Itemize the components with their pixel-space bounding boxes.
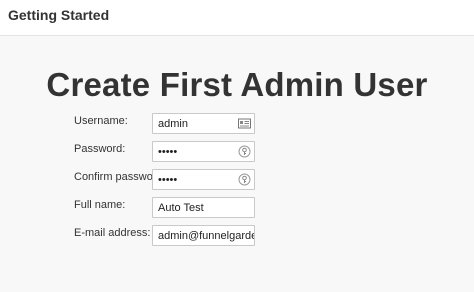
key-icon[interactable]	[238, 145, 251, 158]
username-field-box	[152, 113, 255, 134]
email-input[interactable]	[153, 226, 254, 245]
full-name-field-box	[152, 197, 255, 218]
username-label: Username:	[74, 115, 128, 127]
confirm-password-field-box	[152, 169, 255, 190]
main-content: Create First Admin User Username: Passwo…	[0, 36, 474, 292]
contact-card-icon[interactable]	[238, 117, 251, 130]
password-field-box	[152, 141, 255, 162]
full-name-input[interactable]	[153, 198, 254, 217]
top-bar-title: Getting Started	[8, 7, 110, 23]
key-icon[interactable]	[238, 173, 251, 186]
password-label: Password:	[74, 143, 126, 155]
page-title: Create First Admin User	[46, 66, 428, 103]
full-name-label: Full name:	[74, 199, 126, 211]
top-bar: Getting Started	[0, 0, 474, 36]
email-label: E-mail address:	[74, 227, 151, 239]
email-field-box	[152, 225, 255, 246]
